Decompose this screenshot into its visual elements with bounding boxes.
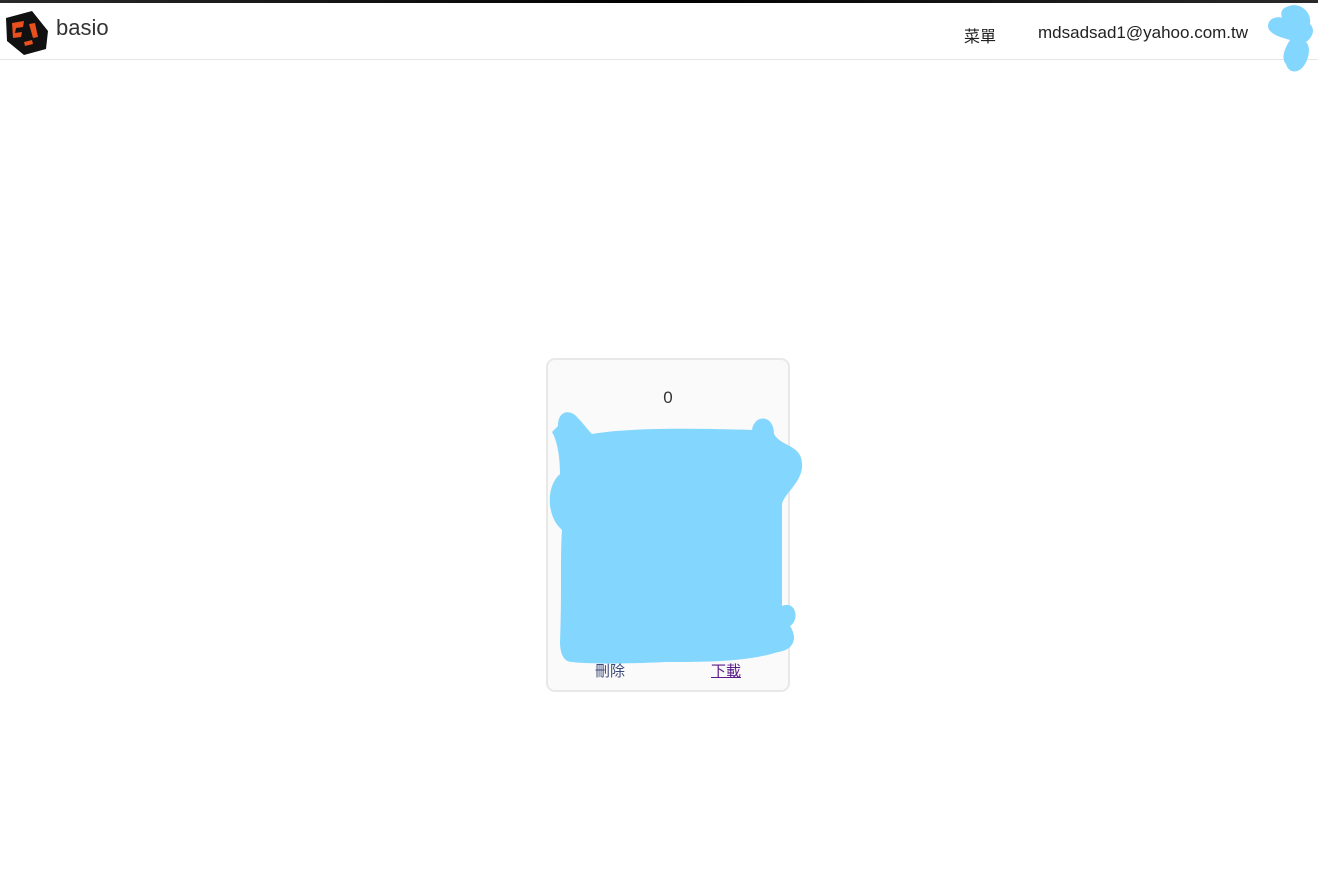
brand-name: basio: [56, 15, 109, 40]
navbar: basio 菜單 mdsadsad1@yahoo.com.tw: [0, 3, 1318, 60]
brand-logo-icon: [6, 11, 48, 55]
redacted-photo: [549, 412, 803, 664]
download-link[interactable]: 下載: [711, 660, 741, 681]
card-actions: 刪除 下載: [548, 660, 788, 684]
photo-card: 0 刪除 下載: [546, 358, 803, 692]
delete-button[interactable]: 刪除: [595, 660, 625, 681]
brand-link[interactable]: basio: [2, 9, 109, 57]
nav-menu-link[interactable]: 菜單: [964, 23, 996, 47]
user-avatar-icon[interactable]: [1264, 2, 1318, 74]
user-email-link[interactable]: mdsadsad1@yahoo.com.tw: [1038, 23, 1248, 43]
